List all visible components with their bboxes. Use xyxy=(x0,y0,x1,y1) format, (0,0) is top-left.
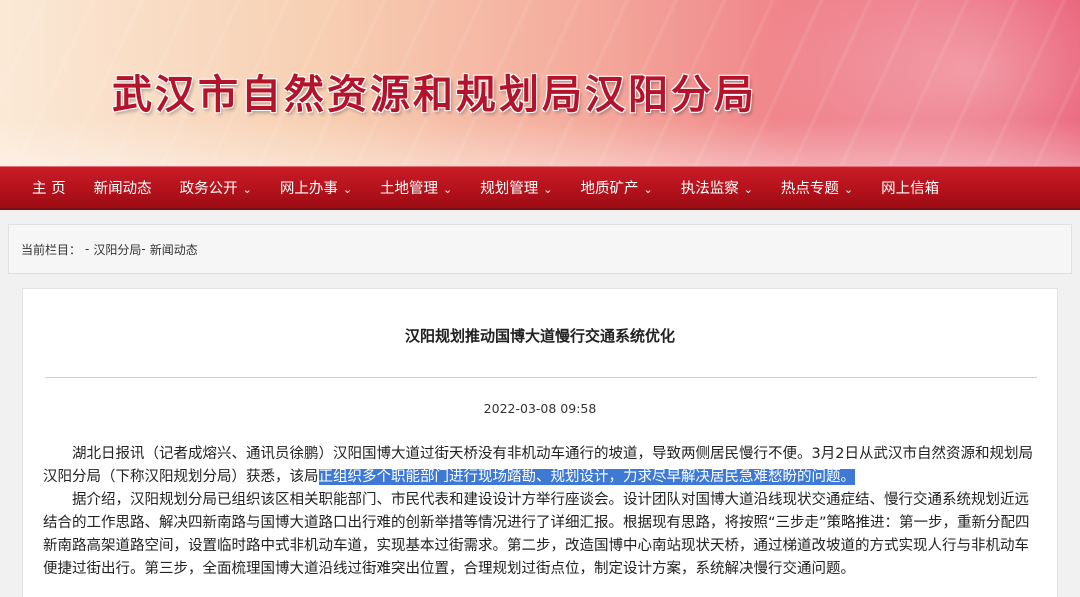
nav-label: 规划管理 xyxy=(480,181,539,197)
divider xyxy=(45,377,1037,378)
site-title: 武汉市自然资源和规划局汉阳分局 xyxy=(112,71,757,118)
article-body: 湖北日报讯（记者成熔兴、通讯员徐鹏）汉阳国博大道过街天桥没有非机动车通行的坡道，… xyxy=(43,443,1039,581)
nav-label: 网上办事 xyxy=(279,181,338,197)
nav-enforcement[interactable]: 执法监察 ⌄ xyxy=(667,167,767,208)
article-title: 汉阳规划推动国博大道慢行交通系统优化 xyxy=(404,327,675,345)
nav-online-services[interactable]: 网上办事 ⌄ xyxy=(266,167,366,208)
chevron-down-icon: ⌄ xyxy=(843,183,854,196)
article-date: 2022-03-08 09:58 xyxy=(483,401,597,416)
paragraph: 湖北日报讯（记者成熔兴、通讯员徐鹏）汉阳国博大道过街天桥没有非机动车通行的坡道，… xyxy=(43,443,1039,489)
breadcrumb: 当前栏目： - 汉阳分局 - 新闻动态 xyxy=(8,224,1072,274)
breadcrumb-sep: - xyxy=(85,242,90,256)
main-nav: 主 页 新闻动态 政务公开 ⌄ 网上办事 ⌄ 土地管理 ⌄ 规划管理 ⌄ 地质矿产 ⌄ 执… xyxy=(0,166,1080,210)
nav-news[interactable]: 新闻动态 xyxy=(80,167,166,208)
nav-label: 新闻动态 xyxy=(93,181,152,197)
nav-topics[interactable]: 热点专题 ⌄ xyxy=(767,167,867,208)
nav-land[interactable]: 土地管理 ⌄ xyxy=(366,167,466,208)
chevron-down-icon: ⌄ xyxy=(643,183,653,196)
nav-label: 地质矿产 xyxy=(580,181,639,197)
nav-label: 执法监察 xyxy=(680,181,739,197)
paragraph: 据介绍，汉阳规划分局已组织该区相关职能部门、市民代表和建设设计方举行座谈会。设计… xyxy=(43,492,1030,577)
header-banner: 武汉市自然资源和规划局汉阳分局 xyxy=(0,0,1080,166)
breadcrumb-sep: - xyxy=(141,242,146,256)
nav-home[interactable]: 主 页 xyxy=(18,167,80,208)
article-panel: 汉阳规划推动国博大道慢行交通系统优化 2022-03-08 09:58 湖北日报… xyxy=(22,288,1058,597)
nav-label: 土地管理 xyxy=(380,181,439,197)
breadcrumb-link-news[interactable]: 新闻动态 xyxy=(150,241,198,258)
selected-text: 正组织多个职能部门进行现场踏勘、规划设计，力求尽早解决居民急难愁盼的问题。 xyxy=(318,469,855,485)
nav-geology[interactable]: 地质矿产 ⌄ xyxy=(566,167,666,208)
chevron-down-icon: ⌄ xyxy=(743,183,753,196)
chevron-down-icon: ⌄ xyxy=(543,183,553,196)
breadcrumb-link-branch[interactable]: 汉阳分局 xyxy=(93,241,141,258)
nav-label: 网上信箱 xyxy=(881,181,940,197)
nav-label: 主 页 xyxy=(32,181,66,197)
nav-label: 热点专题 xyxy=(780,181,839,197)
nav-planning[interactable]: 规划管理 ⌄ xyxy=(466,167,566,208)
breadcrumb-prefix: 当前栏目： xyxy=(21,242,82,257)
chevron-down-icon: ⌄ xyxy=(242,183,252,196)
chevron-down-icon: ⌄ xyxy=(342,183,353,196)
nav-gov-affairs[interactable]: 政务公开 ⌄ xyxy=(166,167,266,208)
chevron-down-icon: ⌄ xyxy=(443,183,453,196)
nav-mailbox[interactable]: 网上信箱 xyxy=(867,167,953,208)
banner-shine xyxy=(0,120,1080,166)
nav-label: 政务公开 xyxy=(179,181,238,197)
